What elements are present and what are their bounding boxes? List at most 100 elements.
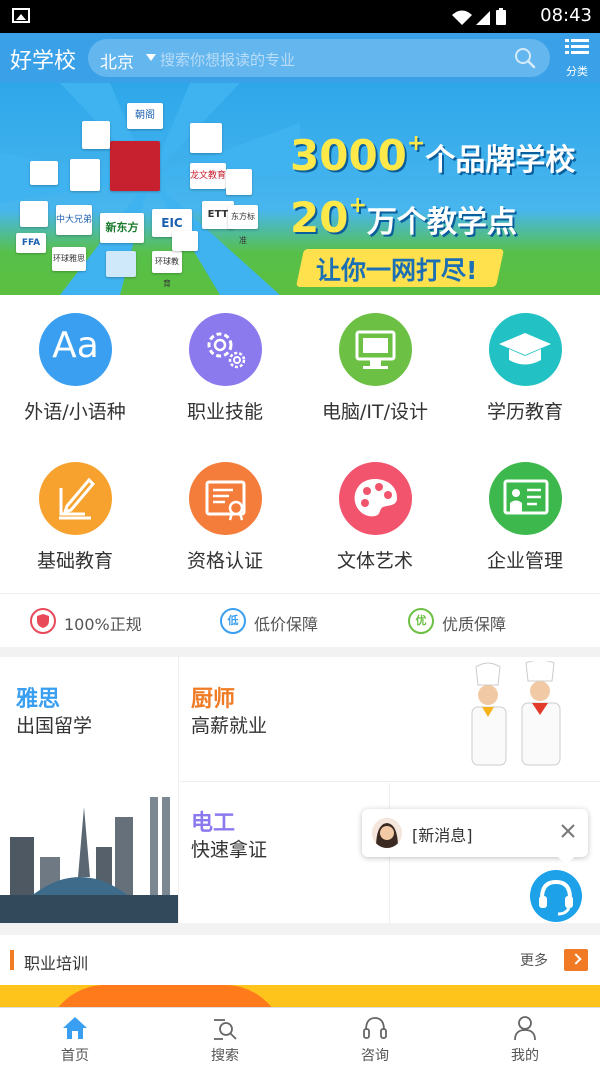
banner-point-count: 20	[290, 193, 349, 242]
guarantee-text: 优质保障	[442, 615, 507, 634]
presentation-board-icon[interactable]	[489, 462, 562, 535]
promo-subtitle[interactable]: 快速拿证	[191, 835, 267, 862]
nav-consult[interactable]: 咨询	[300, 1008, 450, 1067]
category-qualification[interactable]: 资格认证	[150, 444, 300, 593]
logo-tile	[30, 161, 58, 185]
headset-icon[interactable]	[361, 1014, 389, 1042]
logo-tile: 环球雅思	[52, 247, 86, 271]
promo-chef[interactable]: 厨师 高薪就业	[180, 657, 600, 782]
category-grid: Aa 外语/小语种 职业技能 电脑/IT/设计 学历教育 基础教育 资格认证 文…	[0, 295, 600, 593]
list-menu-icon[interactable]	[565, 37, 589, 57]
logo-tile	[70, 159, 100, 191]
category-basic-education[interactable]: 基础教育	[0, 444, 150, 593]
logo-tile	[20, 201, 48, 227]
category-vocational-skills[interactable]: 职业技能	[150, 295, 300, 444]
category-label[interactable]: 职业技能	[150, 397, 300, 424]
customer-service-button[interactable]	[530, 870, 582, 922]
gallery-notification-icon	[12, 8, 30, 23]
message-text[interactable]: [新消息]	[412, 822, 473, 846]
category-label[interactable]: 分类	[562, 63, 592, 79]
course-preview-strip[interactable]	[0, 985, 600, 1007]
support-agent-avatar	[372, 818, 402, 848]
promo-subtitle[interactable]: 出国留学	[16, 711, 92, 738]
logo-tile	[106, 251, 136, 277]
category-button[interactable]: 分类	[562, 37, 592, 79]
section-title: 职业培训	[24, 954, 89, 973]
logo-tile: 环球教育	[152, 251, 182, 288]
search-icon[interactable]	[514, 47, 536, 69]
certificate-icon[interactable]	[189, 462, 262, 535]
logo-tile: FFA	[16, 233, 46, 253]
logo-text: 环球雅思	[53, 254, 85, 263]
city-selector[interactable]: 北京	[100, 48, 134, 73]
section-more-link[interactable]: 更多	[520, 950, 548, 970]
category-arts-sports[interactable]: 文体艺术	[300, 444, 450, 593]
close-icon[interactable]	[558, 819, 578, 843]
promo-title[interactable]: 厨师	[191, 681, 235, 713]
search-input[interactable]: 搜索你想报读的专业	[160, 49, 295, 70]
banner-school-text: 个品牌学校	[425, 143, 576, 178]
status-time: 08:43	[540, 5, 592, 26]
gears-icon[interactable]	[189, 313, 262, 386]
promo-subtitle[interactable]: 高薪就业	[191, 711, 267, 738]
nav-profile[interactable]: 我的	[450, 1008, 600, 1067]
logo-text: 龙文教育	[190, 171, 227, 181]
hkfc-logo	[110, 141, 160, 191]
user-icon[interactable]	[511, 1014, 539, 1042]
logo-text: 朝阁	[135, 110, 155, 121]
nav-search[interactable]: 搜索	[150, 1008, 300, 1067]
search-icon[interactable]	[211, 1014, 239, 1042]
promo-grid: 雅思 出国留学 厨师 高薪就业 电工 快速拿证	[0, 657, 600, 923]
category-label[interactable]: 资格认证	[150, 546, 300, 573]
school-logo-cluster: 新东方 EIC 朝阁 龙文教育 ETT 中大兄弟 环球雅思 FFA 东方标准 环…	[12, 101, 272, 288]
headset-icon[interactable]	[530, 870, 582, 922]
app-brand-title: 好学校	[10, 49, 77, 74]
nav-label[interactable]: 我的	[450, 1045, 600, 1065]
category-label[interactable]: 基础教育	[0, 546, 150, 573]
promo-title[interactable]: 电工	[191, 805, 235, 837]
category-label[interactable]: 企业管理	[450, 546, 600, 573]
banner-headline-1: 3000+个品牌学校	[290, 131, 575, 180]
category-label[interactable]: 外语/小语种	[0, 397, 150, 424]
city-dropdown-arrow-icon[interactable]	[146, 54, 156, 61]
nav-label[interactable]: 搜索	[150, 1045, 300, 1065]
search-bar[interactable]: 北京 搜索你想报读的专业	[88, 39, 550, 77]
logo-tile	[226, 169, 252, 195]
banner-school-count: 3000	[290, 131, 407, 180]
bottom-navigation: 首页 搜索 咨询 我的	[0, 1007, 600, 1067]
banner-plus: +	[406, 131, 426, 156]
chefs-image	[471, 661, 561, 766]
low-price-badge-icon: 低	[220, 608, 246, 634]
pen-paper-icon[interactable]	[39, 462, 112, 535]
vocational-training-section: 职业培训 更多	[0, 935, 600, 985]
shield-icon	[30, 608, 56, 634]
promo-ielts[interactable]: 雅思 出国留学	[0, 657, 179, 923]
promo-electrician[interactable]: 电工 快速拿证	[180, 783, 390, 923]
home-icon[interactable]	[61, 1014, 89, 1042]
logo-tile: 东方标准	[228, 205, 258, 245]
promo-banner[interactable]: 新东方 EIC 朝阁 龙文教育 ETT 中大兄弟 环球雅思 FFA 东方标准 环…	[0, 83, 600, 295]
chevron-right-icon[interactable]	[564, 949, 588, 971]
nav-label[interactable]: 咨询	[300, 1045, 450, 1065]
category-academic-education[interactable]: 学历教育	[450, 295, 600, 444]
nav-home[interactable]: 首页	[0, 1008, 150, 1067]
category-label[interactable]: 电脑/IT/设计	[300, 397, 450, 424]
quality-badge-icon: 优	[408, 608, 434, 634]
city-skyline-image	[0, 787, 178, 923]
logo-tile	[82, 121, 110, 149]
logo-tile: 龙文教育	[190, 163, 226, 189]
category-label[interactable]: 文体艺术	[300, 546, 450, 573]
app-header: 好学校 北京 搜索你想报读的专业 分类	[0, 33, 600, 83]
category-foreign-language[interactable]: Aa 外语/小语种	[0, 295, 150, 444]
palette-icon[interactable]	[339, 462, 412, 535]
aa-glyph: Aa	[52, 325, 99, 366]
category-label[interactable]: 学历教育	[450, 397, 600, 424]
promo-title[interactable]: 雅思	[16, 681, 60, 713]
graduation-cap-icon[interactable]	[489, 313, 562, 386]
category-business-management[interactable]: 企业管理	[450, 444, 600, 593]
monitor-icon[interactable]	[339, 313, 412, 386]
nav-label[interactable]: 首页	[0, 1045, 150, 1065]
text-aa-icon[interactable]: Aa	[39, 313, 112, 386]
new-message-popup[interactable]: [新消息]	[362, 809, 588, 865]
category-computer-it[interactable]: 电脑/IT/设计	[300, 295, 450, 444]
